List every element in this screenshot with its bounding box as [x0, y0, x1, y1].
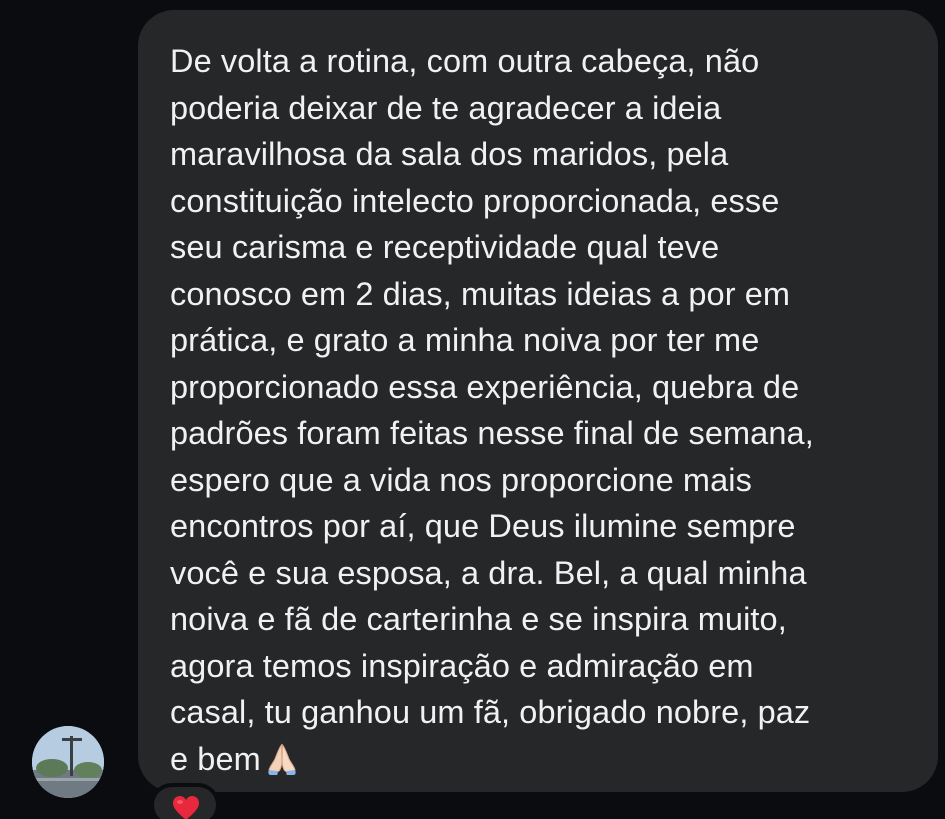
reaction-badge[interactable] — [150, 783, 220, 819]
message-bubble[interactable]: De volta a rotina, com outra cabeça, não… — [138, 10, 938, 792]
message-text: De volta a rotina, com outra cabeça, não… — [170, 38, 908, 788]
heart-icon — [172, 795, 200, 819]
sender-avatar[interactable] — [32, 726, 104, 798]
folded-hands-icon — [265, 742, 299, 789]
avatar-photo-icon — [32, 726, 104, 798]
message-body: De volta a rotina, com outra cabeça, não… — [170, 43, 814, 777]
chat-thread: De volta a rotina, com outra cabeça, não… — [0, 0, 945, 819]
